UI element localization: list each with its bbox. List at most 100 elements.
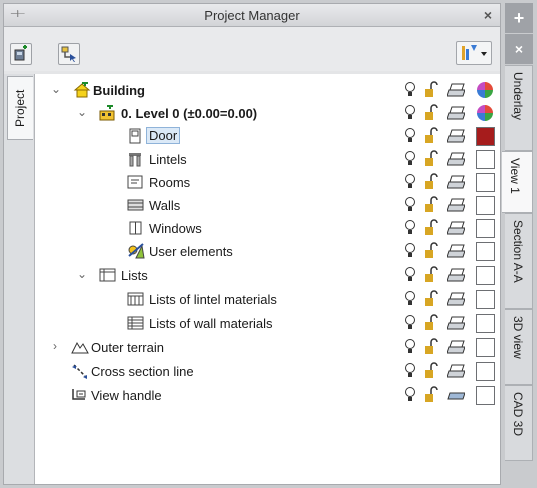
lock-icon[interactable] [422, 338, 440, 356]
tab-project[interactable]: Project [7, 76, 33, 140]
lock-icon[interactable] [422, 242, 440, 260]
lock-icon[interactable] [422, 219, 440, 237]
tree-row-windows[interactable]: Windows [35, 218, 500, 240]
tree-row-cross-section-line[interactable]: Cross section line [35, 361, 500, 383]
tab-section-a-a[interactable]: Section A-A [505, 213, 533, 309]
tree-row-building[interactable]: ⌄ Building [35, 80, 500, 102]
visibility-bulb-icon[interactable] [401, 173, 419, 191]
lock-icon[interactable] [422, 386, 440, 404]
material-list-icon [127, 316, 144, 330]
visibility-bulb-icon[interactable] [401, 196, 419, 214]
visibility-bulb-icon[interactable] [401, 386, 419, 404]
print-icon[interactable] [447, 290, 465, 308]
print-icon[interactable] [447, 104, 465, 122]
lock-icon[interactable] [422, 290, 440, 308]
color-swatch[interactable] [476, 196, 495, 215]
print-icon[interactable] [447, 150, 465, 168]
print-icon[interactable] [447, 314, 465, 332]
lock-icon[interactable] [422, 266, 440, 284]
close-panel-button[interactable]: × [484, 7, 492, 23]
print-icon[interactable] [447, 81, 465, 99]
lock-icon[interactable] [422, 127, 440, 145]
lock-icon[interactable] [422, 104, 440, 122]
visibility-bulb-icon[interactable] [401, 104, 419, 122]
lock-icon[interactable] [422, 362, 440, 380]
tab-view-1[interactable]: View 1 [502, 151, 533, 213]
color-swatch[interactable] [476, 127, 495, 146]
tree-row-rooms[interactable]: Rooms [35, 172, 500, 194]
visibility-bulb-icon[interactable] [401, 81, 419, 99]
tab-3d-view-label: 3D view [511, 316, 525, 359]
window-icon [129, 221, 142, 235]
close-view-button[interactable]: × [505, 34, 533, 64]
color-swatch[interactable] [476, 219, 495, 238]
visibility-bulb-icon[interactable] [401, 362, 419, 380]
tree-row-lists-wall-materials[interactable]: Lists of wall materials [35, 313, 500, 335]
tab-cad-3d[interactable]: CAD 3D [505, 385, 533, 461]
color-swatch[interactable] [476, 386, 495, 405]
lock-icon[interactable] [422, 196, 440, 214]
color-swatch[interactable] [476, 314, 495, 333]
color-swatch-multi[interactable] [476, 104, 494, 122]
visibility-bulb-icon[interactable] [401, 290, 419, 308]
visibility-bulb-icon[interactable] [401, 338, 419, 356]
expand-chevron-icon[interactable]: ⌄ [77, 105, 87, 119]
tree-row-lists-lintel-materials[interactable]: Lists of lintel materials [35, 289, 500, 311]
expand-chevron-icon[interactable]: ⌄ [51, 82, 61, 96]
add-view-button[interactable]: + [505, 3, 533, 33]
tab-underlay[interactable]: Underlay [505, 65, 533, 151]
color-swatch[interactable] [476, 242, 495, 261]
tree-item-label: User elements [149, 244, 233, 259]
color-swatch[interactable] [476, 362, 495, 381]
tree-row-outer-terrain[interactable]: › Outer terrain [35, 337, 500, 359]
lock-icon[interactable] [422, 150, 440, 168]
visibility-bulb-icon[interactable] [401, 314, 419, 332]
print-icon[interactable] [447, 196, 465, 214]
print-icon[interactable] [447, 173, 465, 191]
print-icon[interactable] [447, 219, 465, 237]
filter-dropdown-button[interactable] [456, 41, 492, 65]
tree-row-level-0[interactable]: ⌄ 0. Level 0 (±0.00=0.00) [35, 103, 500, 125]
tree-row-walls[interactable]: Walls [35, 195, 500, 217]
color-swatch[interactable] [476, 338, 495, 357]
lock-icon[interactable] [422, 81, 440, 99]
tree-row-lists[interactable]: ⌄ Lists [35, 265, 500, 287]
user-elements-icon [128, 243, 145, 259]
tree-row-door[interactable]: Door [35, 126, 500, 148]
color-swatch[interactable] [476, 266, 495, 285]
tab-cad-3d-label: CAD 3D [511, 392, 525, 437]
tree-row-view-handle[interactable]: View handle [35, 385, 500, 407]
color-swatch-multi[interactable] [476, 81, 494, 99]
print-icon[interactable] [447, 266, 465, 284]
print-icon[interactable] [447, 362, 465, 380]
tree-row-user-elements[interactable]: User elements [35, 241, 500, 263]
tab-section-a-a-label: Section A-A [511, 220, 525, 283]
visibility-bulb-icon[interactable] [401, 219, 419, 237]
tab-view-1-label: View 1 [508, 158, 522, 194]
expand-chevron-icon[interactable]: › [53, 339, 63, 353]
toolbar [4, 27, 500, 71]
print-disabled-icon[interactable] [447, 386, 465, 404]
visibility-bulb-icon[interactable] [401, 127, 419, 145]
project-tree: ⌄ Building ⌄ 0. Level 0 (±0.00=0.00) Doo… [35, 74, 500, 484]
tree-item-label: Outer terrain [91, 340, 164, 355]
visibility-bulb-icon[interactable] [401, 266, 419, 284]
visibility-bulb-icon[interactable] [401, 242, 419, 260]
color-swatch[interactable] [476, 290, 495, 309]
print-icon[interactable] [447, 127, 465, 145]
print-icon[interactable] [447, 338, 465, 356]
print-icon[interactable] [447, 242, 465, 260]
tab-3d-view[interactable]: 3D view [505, 309, 533, 385]
lock-icon[interactable] [422, 314, 440, 332]
tab-underlay-label: Underlay [511, 72, 525, 121]
add-project-button[interactable] [10, 43, 32, 65]
add-project-icon [14, 45, 27, 61]
color-swatch[interactable] [476, 150, 495, 169]
filter-icon [462, 45, 487, 60]
visibility-bulb-icon[interactable] [401, 150, 419, 168]
select-element-button[interactable] [58, 43, 80, 65]
tree-row-lintels[interactable]: Lintels [35, 149, 500, 171]
expand-chevron-icon[interactable]: ⌄ [77, 267, 87, 281]
lock-icon[interactable] [422, 173, 440, 191]
color-swatch[interactable] [476, 173, 495, 192]
